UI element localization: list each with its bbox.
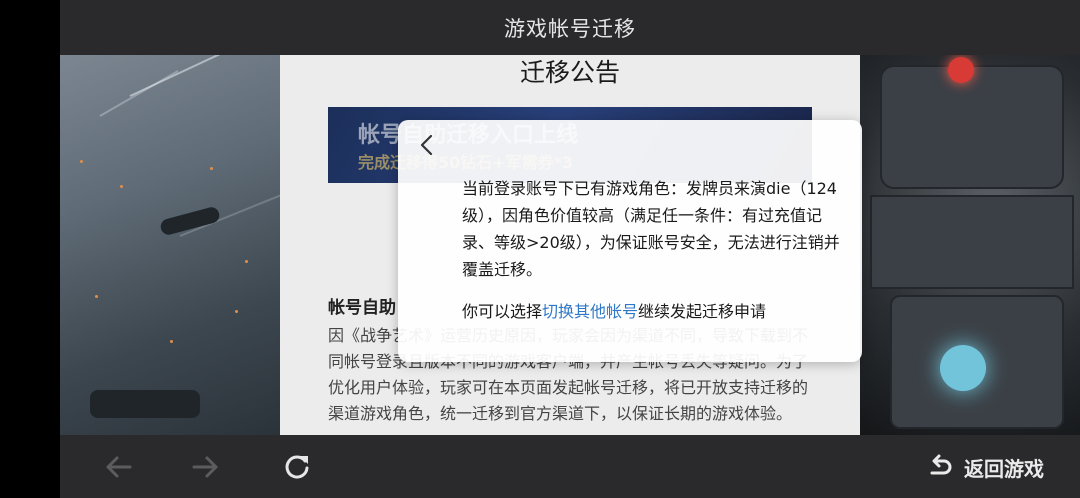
robot-armor-plate [880,65,1064,189]
page-title: 游戏帐号迁移 [504,16,636,41]
spark-dot [210,167,213,170]
left-edge-strip [0,0,60,498]
spark-dot [95,295,98,298]
spark-dot [80,160,83,163]
light-streak [99,70,179,117]
robot-armor-plate [870,195,1074,289]
spark-dot [120,185,123,188]
dialog-prompt: 你可以选择切换其他帐号继续发起迁移申请 [462,298,766,322]
bottom-toolbar: 返回游戏 [60,435,1080,498]
robot-red-light [948,57,974,83]
title-bar: 游戏帐号迁移 [60,0,1080,55]
section-heading: 帐号自助 [328,298,396,318]
return-icon [930,454,952,475]
background-art-left [60,55,283,435]
spaceship-silhouette [90,390,200,418]
dialog-message: 当前登录账号下已有游戏角色：发牌员来演die（124级），因角色价值较高（满足任… [462,179,840,279]
switch-account-link[interactable]: 切换其他帐号 [542,302,638,321]
refresh-icon[interactable] [282,452,312,482]
prompt-suffix: 继续发起迁移申请 [638,302,767,321]
app-window: 游戏帐号迁移 迁移公告 帐号自助迁移入口上线 [60,0,1080,498]
migration-blocked-dialog: 当前登录账号下已有游戏角色：发牌员来演die（124级），因角色价值较高（满足任… [398,120,862,362]
chevron-left-icon[interactable] [412,130,442,160]
arrow-left-icon[interactable] [104,452,134,482]
spark-dot [170,340,173,343]
return-to-game-button[interactable]: 返回游戏 [926,451,1044,483]
spark-dot [235,310,238,313]
return-label: 返回游戏 [964,456,1044,481]
robot-eye-light [940,345,986,391]
prompt-prefix: 你可以选择 [462,302,543,321]
spark-dot [245,260,248,263]
light-streak [129,55,276,97]
arrow-right-icon[interactable] [190,452,220,482]
background-art-right [860,55,1080,435]
article-title: 迁移公告 [519,58,620,87]
